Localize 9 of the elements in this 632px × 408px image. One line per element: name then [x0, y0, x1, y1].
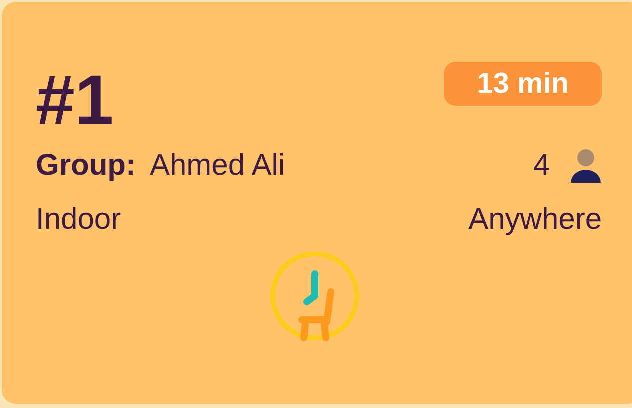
seating-area: Indoor	[36, 200, 122, 240]
group-name: Ahmed Ali	[150, 148, 286, 184]
ticket-number: #1	[36, 60, 114, 140]
clock-chair-icon	[269, 250, 361, 342]
person-icon	[570, 149, 602, 183]
party-size: 4	[533, 148, 550, 184]
group-label: Group:	[36, 148, 136, 184]
location: Anywhere	[468, 202, 602, 238]
wait-time: 13 min	[444, 62, 602, 106]
